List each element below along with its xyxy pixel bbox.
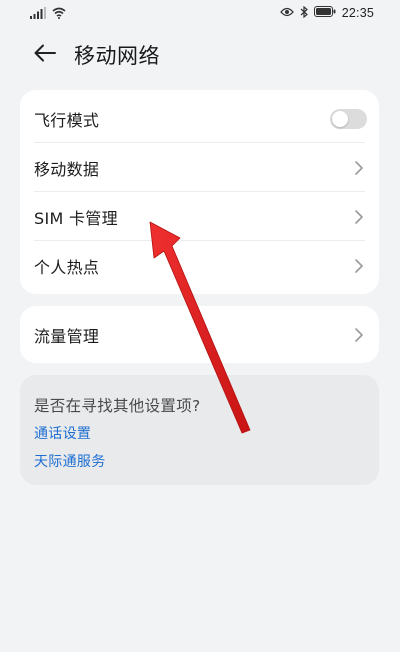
status-bar-right: 22:35 (279, 4, 374, 22)
status-bar-left (30, 6, 66, 20)
traffic-management-label: 流量管理 (34, 326, 100, 346)
airplane-mode-row[interactable]: 飞行模式 (20, 94, 379, 143)
bluetooth-icon (300, 5, 308, 21)
chevron-right-icon (353, 327, 365, 343)
airplane-mode-toggle[interactable] (330, 108, 367, 129)
main-settings-group: 飞行模式 移动数据 SIM 卡管理 个人热点 (20, 90, 379, 294)
page-title: 移动网络 (74, 44, 160, 68)
battery-icon (313, 6, 336, 20)
mobile-data-row[interactable]: 移动数据 (20, 143, 379, 192)
chevron-right-icon (353, 258, 365, 274)
mobile-network-settings-screen: 22:35 移动网络 飞行模式 移动数据 SIM 卡管理 个人热点 流量管理 是… (0, 0, 400, 652)
sim-card-management-row[interactable]: SIM 卡管理 (20, 192, 379, 241)
skytone-service-link[interactable]: 天际通服务 (34, 451, 106, 471)
call-settings-link[interactable]: 通话设置 (34, 423, 91, 443)
back-button[interactable] (28, 38, 62, 72)
eye-icon (279, 6, 294, 20)
chevron-right-icon (353, 209, 365, 225)
toggle-knob (332, 110, 348, 127)
suggestions-panel: 是否在寻找其他设置项? 通话设置 天际通服务 (20, 375, 379, 485)
signal-icon (30, 4, 46, 23)
personal-hotspot-row[interactable]: 个人热点 (20, 241, 379, 290)
suggestions-title: 是否在寻找其他设置项? (34, 397, 201, 415)
chevron-right-icon (353, 160, 365, 176)
traffic-settings-group: 流量管理 (20, 306, 379, 363)
traffic-management-row[interactable]: 流量管理 (20, 310, 379, 359)
airplane-mode-label: 飞行模式 (34, 110, 100, 130)
header: 移动网络 (0, 30, 400, 80)
back-arrow-icon (34, 44, 56, 66)
status-time: 22:35 (341, 6, 374, 20)
wifi-icon (52, 4, 66, 23)
status-bar: 22:35 (0, 0, 400, 28)
mobile-data-label: 移动数据 (34, 159, 100, 179)
sim-card-management-label: SIM 卡管理 (34, 208, 118, 228)
personal-hotspot-label: 个人热点 (34, 257, 100, 277)
